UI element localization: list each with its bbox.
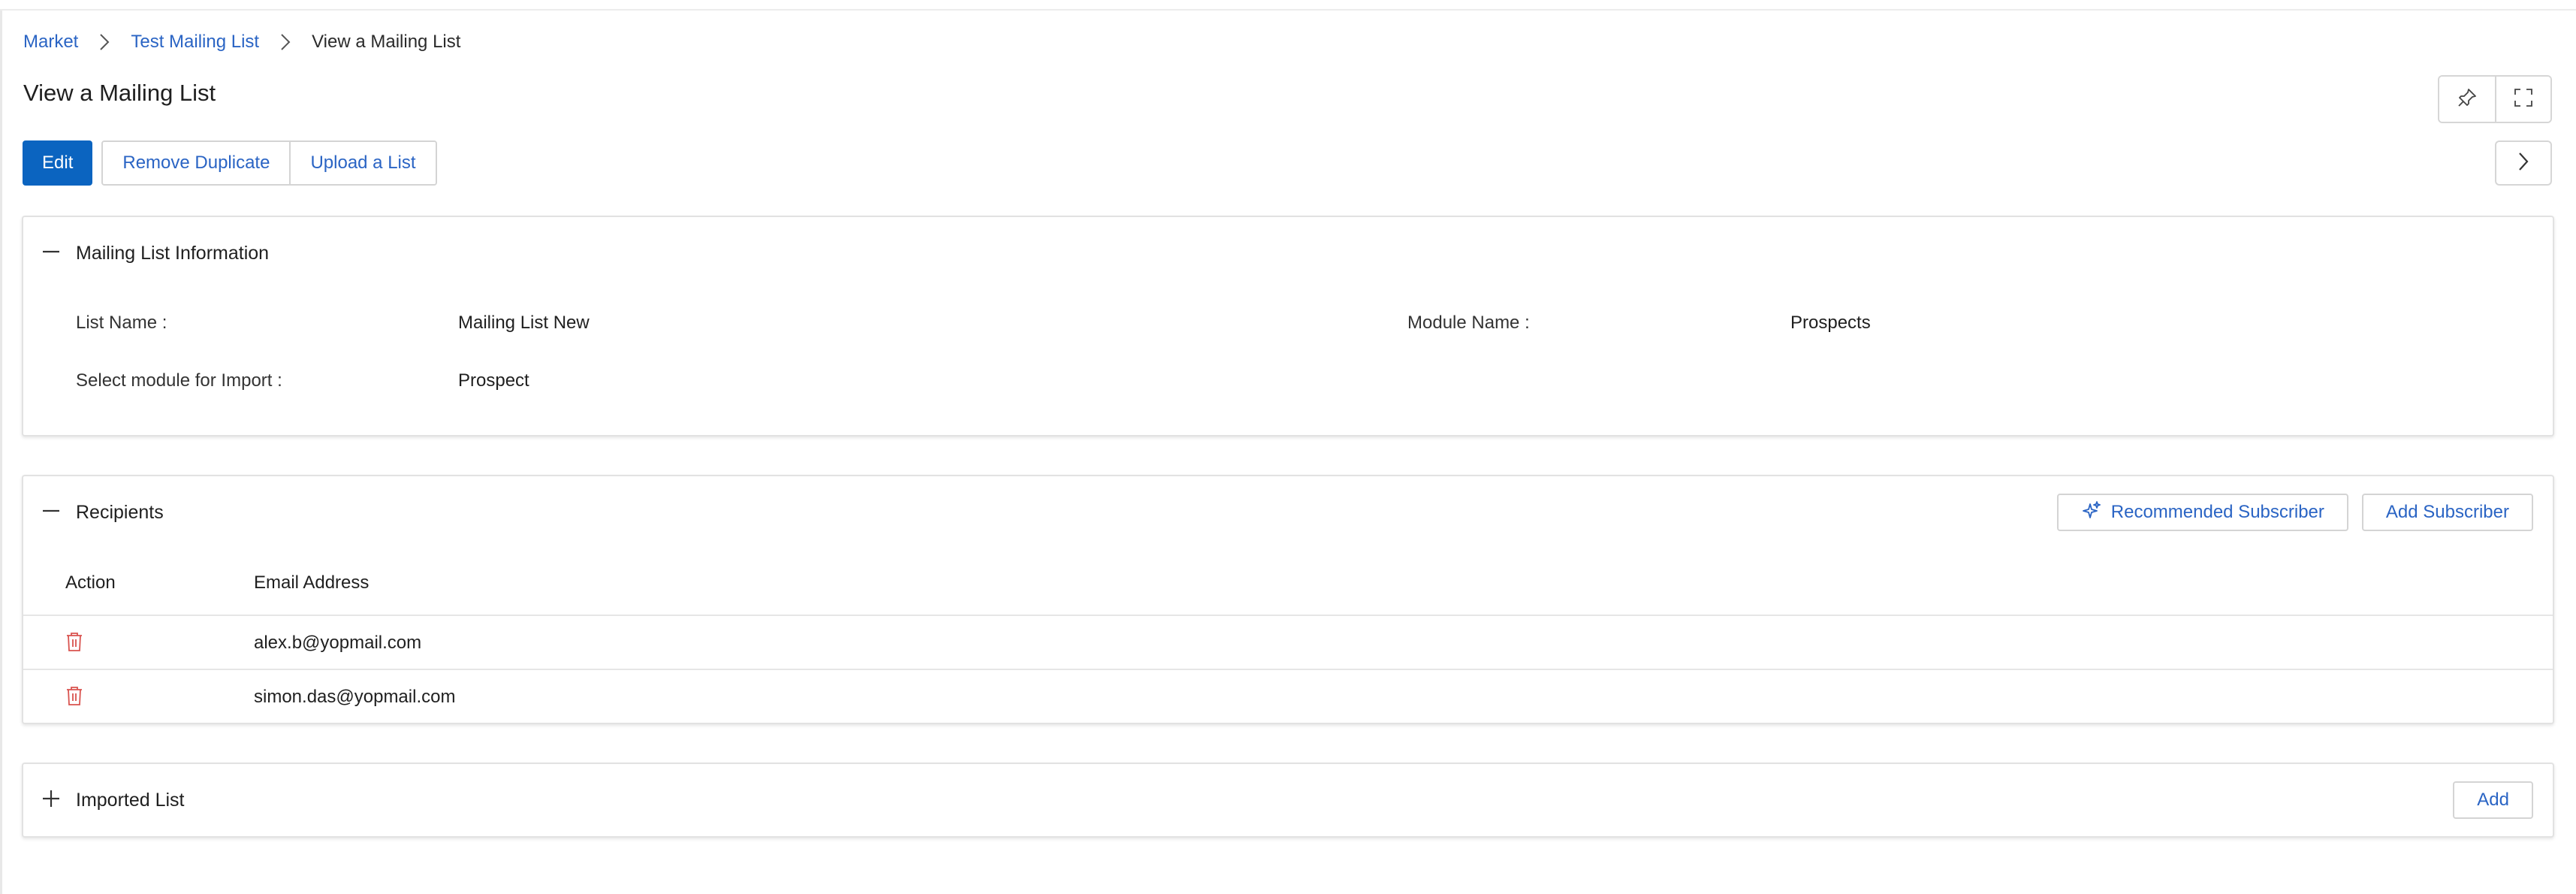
breadcrumb-test-mailing-list[interactable]: Test Mailing List — [131, 32, 259, 53]
add-button[interactable]: Add — [2453, 781, 2533, 819]
action-button-group: Remove Duplicate Upload a List — [101, 140, 437, 186]
remove-duplicate-button[interactable]: Remove Duplicate — [103, 142, 290, 184]
panel-title: Imported List — [76, 789, 185, 811]
import-module-label: Select module for Import : — [76, 370, 282, 391]
recipients-panel: Recipients Recommended Subscriber Add Su… — [22, 475, 2554, 724]
expand-toggle[interactable] — [40, 789, 62, 811]
plus-icon — [42, 790, 60, 811]
column-header-email[interactable]: Email Address — [254, 572, 369, 593]
pin-icon — [2457, 87, 2478, 112]
chevron-right-icon — [92, 33, 117, 51]
table-row: simon.das@yopmail.com — [23, 669, 2553, 723]
breadcrumb: Market Test Mailing List View a Mailing … — [23, 29, 460, 56]
recipients-actions: Recommended Subscriber Add Subscriber — [2056, 494, 2533, 531]
table-row: alex.b@yopmail.com — [23, 615, 2553, 669]
delete-button[interactable] — [65, 616, 83, 670]
fullscreen-button[interactable] — [2495, 77, 2550, 122]
top-strip — [0, 0, 2576, 11]
collapse-toggle[interactable] — [40, 501, 62, 524]
chevron-right-icon — [273, 33, 298, 51]
pin-button[interactable] — [2439, 77, 2495, 122]
minus-icon — [42, 243, 60, 264]
panel-header: Mailing List Information — [23, 217, 2553, 289]
email-cell: simon.das@yopmail.com — [254, 687, 456, 707]
delete-button[interactable] — [65, 670, 83, 724]
minus-icon — [42, 502, 60, 524]
next-record-button[interactable] — [2495, 140, 2552, 186]
edit-button[interactable]: Edit — [23, 140, 93, 186]
import-module-value: Prospect — [458, 370, 529, 391]
sparkle-icon — [2081, 500, 2102, 526]
breadcrumb-market[interactable]: Market — [23, 32, 78, 53]
recommended-subscriber-button[interactable]: Recommended Subscriber — [2056, 494, 2348, 531]
panel-header: Recipients Recommended Subscriber Add Su… — [23, 476, 2553, 548]
list-name-label: List Name : — [76, 313, 167, 333]
list-name-value: Mailing List New — [458, 313, 590, 333]
chevron-right-icon — [2517, 151, 2529, 176]
module-name-label: Module Name : — [1407, 313, 1530, 333]
imported-actions: Add — [2453, 781, 2533, 819]
panel-header: Imported List Add — [23, 764, 2553, 836]
upload-list-button[interactable]: Upload a List — [289, 142, 436, 184]
trash-icon — [65, 685, 83, 710]
trash-icon — [65, 631, 83, 656]
panel-title: Recipients — [76, 501, 164, 523]
recommended-subscriber-label: Recommended Subscriber — [2110, 502, 2324, 522]
column-header-action: Action — [65, 572, 116, 593]
email-cell: alex.b@yopmail.com — [254, 633, 422, 653]
collapse-toggle[interactable] — [40, 242, 62, 264]
toolbar: Edit Remove Duplicate Upload a List — [23, 140, 437, 186]
left-edge — [0, 11, 2, 894]
add-subscriber-button[interactable]: Add Subscriber — [2361, 494, 2533, 531]
breadcrumb-current: View a Mailing List — [312, 32, 461, 52]
page-title: View a Mailing List — [23, 80, 216, 106]
panel-title: Mailing List Information — [76, 242, 270, 264]
view-controls — [2438, 75, 2552, 123]
mailing-list-info-panel: Mailing List Information List Name : Mai… — [22, 216, 2554, 436]
imported-list-panel: Imported List Add — [22, 763, 2554, 838]
module-name-value: Prospects — [1790, 313, 1871, 333]
fullscreen-icon — [2513, 87, 2534, 112]
